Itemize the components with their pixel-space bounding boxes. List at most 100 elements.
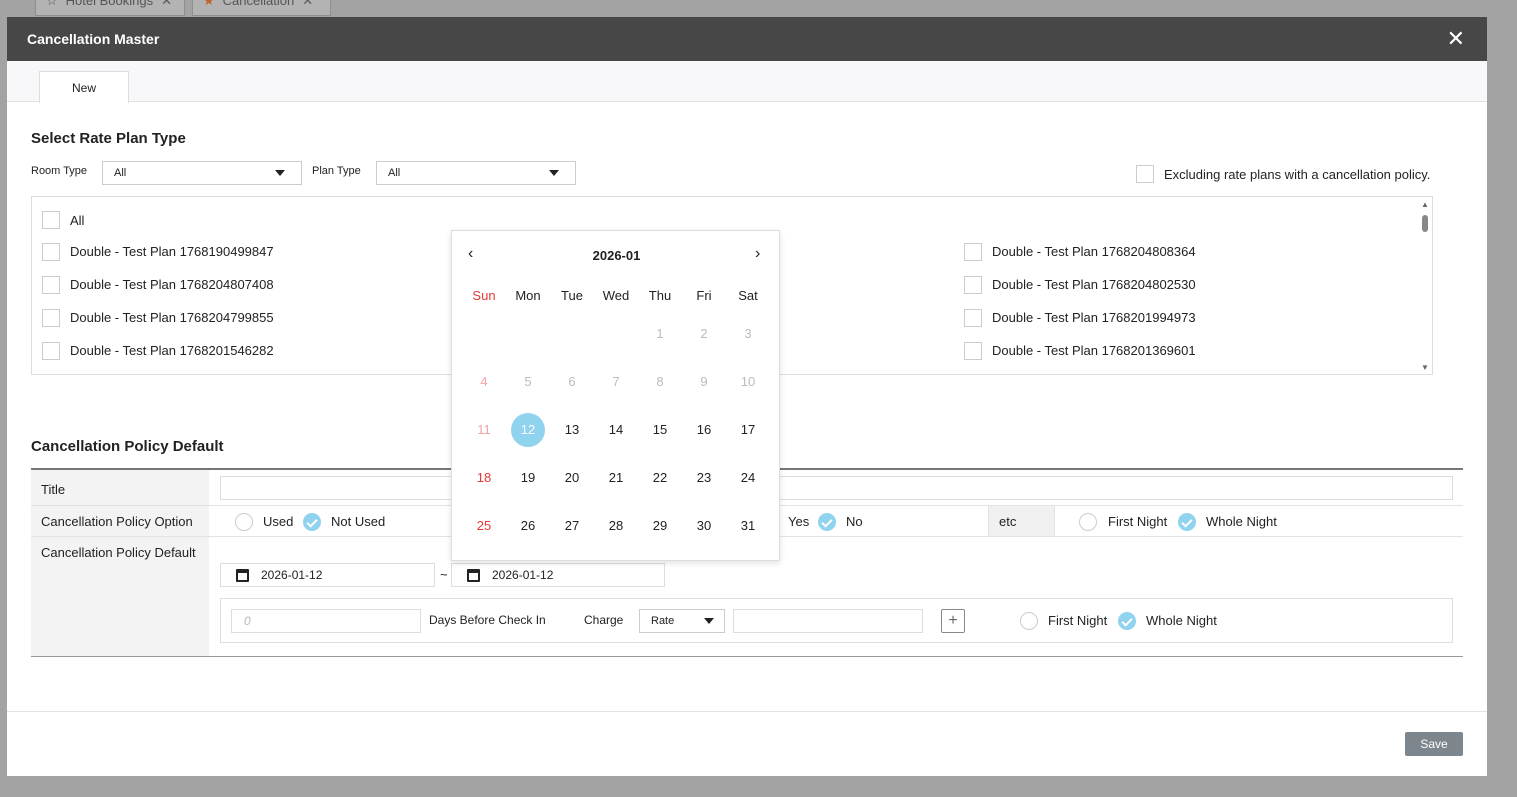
- calendar-day[interactable]: 23: [687, 461, 721, 495]
- radio-first-night[interactable]: [1079, 513, 1097, 531]
- plan-label: Double - Test Plan 1768201546282: [70, 343, 274, 358]
- calendar-day[interactable]: 25: [467, 509, 501, 543]
- plan-label: Double - Test Plan 1768204799855: [70, 310, 274, 325]
- plan-label: All: [70, 213, 85, 228]
- calendar-day[interactable]: 21: [599, 461, 633, 495]
- calendar-day[interactable]: 19: [511, 461, 545, 495]
- plan-checkbox[interactable]: [964, 276, 982, 294]
- tab-label: Cancellation: [222, 0, 295, 8]
- bg-tab-hotel-bookings[interactable]: ☆ Hotel Bookings ✕: [35, 0, 185, 16]
- weekday-header: Thu: [648, 288, 672, 303]
- save-button[interactable]: Save: [1405, 732, 1463, 756]
- charge-input[interactable]: [733, 609, 923, 633]
- radio-label: No: [846, 514, 863, 529]
- calendar-day[interactable]: 28: [599, 509, 633, 543]
- date-value: 2026-01-12: [261, 568, 323, 582]
- weekday-header: Sun: [472, 288, 496, 303]
- select-value: Rate: [651, 615, 675, 627]
- radio-whole-night[interactable]: [1178, 513, 1196, 531]
- scroll-thumb[interactable]: [1422, 215, 1428, 232]
- plan-checkbox[interactable]: [42, 276, 60, 294]
- scrollbar[interactable]: ▲ ▼: [1418, 197, 1432, 374]
- label-column: [31, 470, 209, 656]
- calendar-day[interactable]: 18: [467, 461, 501, 495]
- plan-checkbox[interactable]: [964, 342, 982, 360]
- next-month-icon[interactable]: ›: [755, 245, 760, 263]
- plan-checkbox[interactable]: [42, 342, 60, 360]
- checkbox-all[interactable]: [42, 211, 60, 229]
- tab-new[interactable]: New: [39, 71, 129, 103]
- radio-first-night[interactable]: [1020, 612, 1038, 630]
- scroll-up-icon[interactable]: ▲: [1421, 200, 1429, 209]
- modal-title: Cancellation Master: [27, 31, 160, 47]
- plan-checkbox[interactable]: [42, 243, 60, 261]
- scroll-down-icon[interactable]: ▼: [1421, 363, 1429, 372]
- room-type-select[interactable]: All: [102, 161, 302, 185]
- charge-select[interactable]: Rate: [639, 609, 725, 633]
- select-value: All: [114, 167, 127, 179]
- calendar-day[interactable]: 15: [643, 413, 677, 447]
- calendar-day: 4: [480, 374, 488, 389]
- radio-used[interactable]: [235, 513, 253, 531]
- calendar-day: 5: [524, 374, 532, 389]
- title-label: Title: [41, 482, 66, 497]
- tilde: ~: [440, 567, 448, 582]
- calendar-icon: [236, 569, 249, 582]
- close-icon[interactable]: ✕: [302, 0, 313, 15]
- weekday-header: Fri: [696, 288, 712, 303]
- star-icon: ☆: [46, 0, 58, 8]
- calendar-day[interactable]: 20: [555, 461, 589, 495]
- date-to-input[interactable]: 2026-01-12: [451, 563, 665, 587]
- radio-not-used[interactable]: [303, 513, 321, 531]
- room-type-label: Room Type: [31, 165, 88, 177]
- etc-cell: etc: [988, 506, 1055, 536]
- calendar-day: 11: [477, 422, 491, 437]
- calendar-day: 7: [612, 374, 620, 389]
- calendar-day[interactable]: 27: [555, 509, 589, 543]
- calendar-day: 8: [656, 374, 664, 389]
- weekday-header: Mon: [515, 288, 541, 303]
- calendar-day[interactable]: 31: [731, 509, 765, 543]
- calendar-day[interactable]: 17: [731, 413, 765, 447]
- close-icon[interactable]: ✕: [1447, 17, 1465, 61]
- calendar-day[interactable]: 16: [687, 413, 721, 447]
- close-icon[interactable]: ✕: [161, 0, 172, 15]
- radio-no[interactable]: [818, 513, 836, 531]
- title-input[interactable]: [220, 476, 1453, 500]
- plan-checkbox[interactable]: [964, 243, 982, 261]
- plan-label: Double - Test Plan 1768204802530: [992, 277, 1196, 292]
- radio-label: Yes: [788, 514, 810, 529]
- charge-row: 0 Days Before Check In Charge Rate + Fir…: [220, 598, 1453, 643]
- radio-label: Whole Night: [1206, 514, 1277, 529]
- calendar-day[interactable]: 29: [643, 509, 677, 543]
- etc-label: etc: [999, 514, 1017, 529]
- radio-label: Not Used: [331, 514, 386, 529]
- radio-whole-night[interactable]: [1118, 612, 1136, 630]
- calendar-day[interactable]: 30: [687, 509, 721, 543]
- chevron-down-icon: [704, 618, 714, 624]
- default-label: Cancellation Policy Default: [41, 545, 196, 560]
- calendar-day[interactable]: 13: [555, 413, 589, 447]
- calendar-day[interactable]: 24: [731, 461, 765, 495]
- calendar-day: 3: [744, 326, 752, 341]
- calendar-day[interactable]: 14: [599, 413, 633, 447]
- chevron-down-icon: [549, 170, 559, 176]
- weekday-header: Wed: [602, 288, 630, 303]
- plan-type-select[interactable]: All: [376, 161, 576, 185]
- plan-checkbox[interactable]: [964, 309, 982, 327]
- radio-label: Used: [263, 514, 294, 529]
- calendar-day: 10: [740, 374, 756, 389]
- radio-label: Whole Night: [1146, 613, 1217, 628]
- calendar-day[interactable]: 26: [511, 509, 545, 543]
- calendar-day-selected[interactable]: 12: [511, 413, 545, 447]
- calendar-day[interactable]: 22: [643, 461, 677, 495]
- days-input[interactable]: 0: [231, 609, 421, 633]
- calendar-icon: [467, 569, 480, 582]
- calendar-day: 9: [700, 374, 708, 389]
- add-button[interactable]: +: [941, 609, 965, 633]
- bg-tab-cancellation[interactable]: ★ Cancellation ✕: [192, 0, 331, 16]
- plan-checkbox[interactable]: [42, 309, 60, 327]
- date-from-input[interactable]: 2026-01-12: [220, 563, 435, 587]
- exclude-label: Excluding rate plans with a cancellation…: [1164, 167, 1431, 182]
- exclude-checkbox[interactable]: [1136, 165, 1154, 183]
